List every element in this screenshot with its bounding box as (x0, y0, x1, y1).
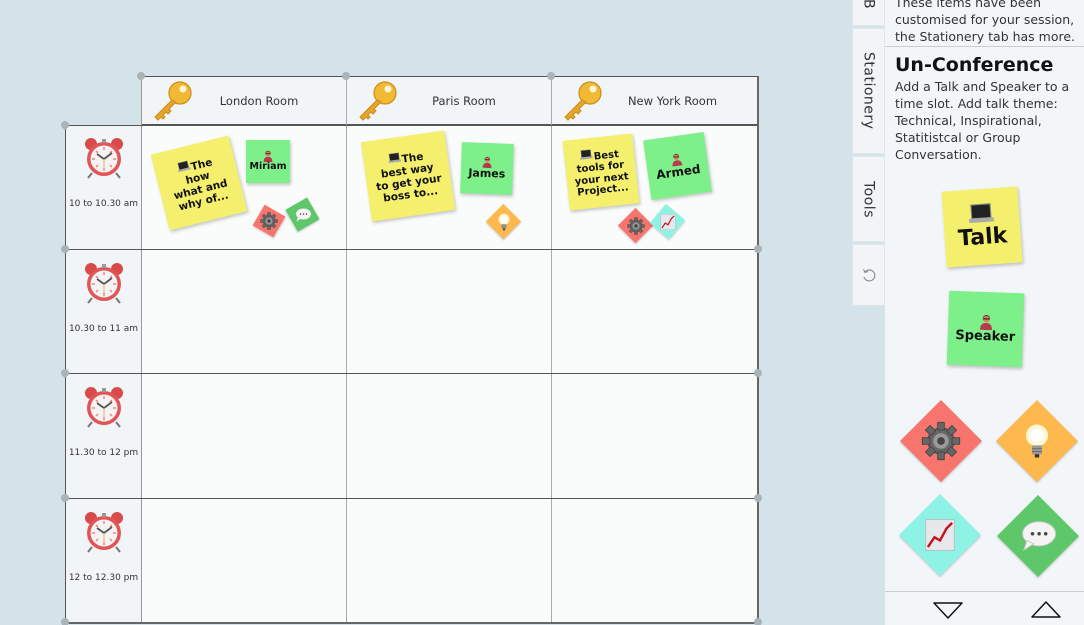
grid-line (65, 249, 758, 250)
alarm-clock-icon (82, 135, 126, 179)
side-tabs: B Stationery Tools (852, 0, 885, 625)
resize-handle[interactable] (754, 618, 762, 625)
laptop-icon (579, 148, 594, 160)
time-slot-label: 12 to 12.30 pm (68, 573, 139, 583)
tab-tools[interactable]: Tools (852, 156, 885, 242)
tab-stationery[interactable]: Stationery (852, 28, 885, 154)
panel-title: Un-Conference (895, 54, 1054, 76)
tab-label: Tools (860, 180, 877, 218)
chart-increasing-icon (657, 211, 679, 233)
grid-line (551, 76, 552, 623)
grid-line (141, 76, 142, 623)
theme-technical[interactable] (252, 204, 286, 238)
tab-partial[interactable]: B (852, 0, 885, 26)
time-slot-label: 10 to 10.30 am (68, 199, 139, 209)
theme-technical[interactable] (617, 207, 654, 244)
time-slot-column: 10 to 10.30 am 10.30 to 11 am 11.30 to 1… (65, 125, 142, 623)
alarm-clock-icon (82, 384, 126, 428)
speaker-template[interactable]: Speaker (946, 290, 1025, 368)
time-slot-1[interactable]: 10 to 10.30 am (65, 125, 142, 249)
theme-inspirational-template[interactable] (995, 399, 1079, 483)
talk-sticky[interactable]: Best tools for your next Project... (562, 133, 640, 211)
scroll-up-button[interactable] (1028, 598, 1064, 622)
resize-handle[interactable] (342, 72, 350, 80)
grid-line (65, 622, 758, 624)
theme-inspirational[interactable] (485, 203, 522, 240)
speaker-sticky[interactable]: Armed (643, 132, 712, 200)
theme-group-conversation[interactable] (285, 197, 320, 232)
speaker-name: James (468, 166, 506, 181)
tab-label: Stationery (860, 52, 877, 130)
theme-statistical-template[interactable] (898, 493, 982, 577)
stationery-panel: These items have been customised for you… (885, 0, 1084, 625)
theme-statistical[interactable] (649, 203, 686, 240)
key-icon (150, 80, 194, 122)
key-icon (355, 80, 399, 122)
laptop-icon (966, 202, 995, 226)
divider (885, 591, 1084, 592)
theme-group-conversation-template[interactable] (996, 494, 1080, 578)
gear-icon (919, 419, 963, 463)
talk-sticky[interactable]: The best way to get your boss to... (360, 130, 456, 222)
resize-handle[interactable] (61, 121, 69, 129)
talk-template-label: Talk (957, 223, 1009, 253)
resize-handle[interactable] (137, 72, 145, 80)
grid-line (65, 125, 758, 126)
speaker-sticky[interactable]: James (460, 142, 514, 195)
grid-line (346, 76, 347, 623)
grid-line (757, 76, 759, 623)
room-header-paris[interactable]: Paris Room (346, 76, 552, 125)
time-slot-label: 11.30 to 12 pm (68, 448, 139, 458)
triangle-up-icon (1031, 601, 1061, 618)
undo-icon (862, 269, 875, 282)
undo-button[interactable] (852, 244, 885, 306)
tab-label: B (860, 0, 877, 10)
room-header-london[interactable]: London Room (141, 76, 347, 125)
scroll-down-button[interactable] (930, 598, 966, 622)
superhero-icon (977, 313, 994, 330)
speaker-name: Armed (655, 161, 702, 182)
resize-handle[interactable] (61, 245, 69, 253)
speech-bubble-icon (1016, 514, 1060, 558)
time-slot-label: 10.30 to 11 am (68, 324, 139, 334)
talk-template[interactable]: Talk (941, 186, 1023, 268)
gear-icon (259, 211, 279, 231)
panel-intro: These items have been customised for you… (895, 0, 1076, 44)
panel-description: Add a Talk and Speaker to a time slot. A… (895, 79, 1070, 162)
resize-handle[interactable] (754, 369, 762, 377)
time-slot-2[interactable]: 10.30 to 11 am (65, 250, 142, 374)
speaker-template-label: Speaker (955, 327, 1016, 345)
alarm-clock-icon (82, 260, 126, 304)
resize-handle[interactable] (61, 369, 69, 377)
resize-handle[interactable] (547, 72, 555, 80)
alarm-clock-icon (82, 509, 126, 553)
schedule-board[interactable]: London Room Paris Room New York Room 10 … (0, 0, 850, 625)
lightbulb-icon (493, 211, 515, 233)
time-slot-4[interactable]: 12 to 12.30 pm (65, 499, 142, 623)
time-slot-3[interactable]: 11.30 to 12 pm (65, 374, 142, 498)
key-icon (560, 80, 604, 122)
gear-icon (626, 216, 646, 236)
resize-handle[interactable] (754, 494, 762, 502)
resize-handle[interactable] (754, 245, 762, 253)
resize-handle[interactable] (61, 618, 69, 625)
theme-technical-template[interactable] (899, 399, 983, 483)
chart-increasing-icon (918, 513, 962, 557)
speech-bubble-icon (293, 205, 313, 225)
resize-handle[interactable] (61, 494, 69, 502)
speaker-sticky[interactable]: Miriam (246, 140, 290, 183)
lightbulb-icon (1015, 419, 1059, 463)
divider (885, 46, 1084, 47)
triangle-down-icon (933, 602, 963, 619)
speaker-name: Miriam (249, 161, 287, 173)
grid-line (65, 498, 758, 499)
grid-line (65, 373, 758, 374)
room-header-new-york[interactable]: New York Room (551, 76, 758, 125)
